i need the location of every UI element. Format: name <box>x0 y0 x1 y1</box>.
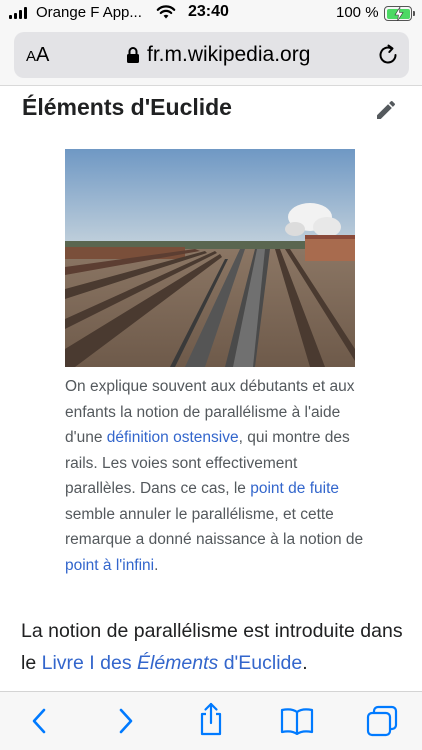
url-text[interactable]: fr.m.wikipedia.org <box>147 43 310 67</box>
address-bar[interactable]: AA fr.m.wikipedia.org <box>14 32 409 78</box>
browser-toolbar <box>0 691 422 750</box>
battery-icon <box>384 6 412 21</box>
reload-icon[interactable] <box>377 44 399 66</box>
browser-address-area: AA fr.m.wikipedia.org <box>0 28 422 86</box>
railway-photo[interactable] <box>65 149 355 367</box>
edit-pencil-icon[interactable] <box>374 98 398 122</box>
forward-icon[interactable] <box>113 706 137 736</box>
article-paragraph: La notion de parallélisme est introduite… <box>21 620 403 674</box>
lock-icon <box>127 47 139 63</box>
tabs-icon[interactable] <box>365 705 399 737</box>
battery-percentage: 100 % <box>336 4 379 21</box>
link-point-a-l-infini[interactable]: point à l'infini <box>65 557 154 574</box>
carrier-name: Orange F App... <box>36 4 142 21</box>
bookmarks-icon[interactable] <box>280 707 314 735</box>
wifi-icon <box>156 5 176 19</box>
back-icon[interactable] <box>28 706 52 736</box>
charging-bolt-icon <box>393 6 404 21</box>
section-title: Éléments d'Euclide <box>22 94 232 120</box>
battery-tip <box>413 11 415 16</box>
share-icon[interactable] <box>197 702 225 736</box>
clock: 23:40 <box>188 3 229 20</box>
link-definition-ostensive[interactable]: définition ostensive <box>107 429 239 446</box>
image-caption: On explique souvent aux débutants et aux… <box>65 378 364 574</box>
article-content: Éléments d'Euclide On explique souvent a… <box>0 86 422 691</box>
status-bar: Orange F App... 23:40 100 % <box>0 0 422 28</box>
link-livre-i-elements-euclide[interactable]: Livre I des Éléments d'Euclide <box>42 652 303 674</box>
text-size-button[interactable]: AA <box>26 44 49 67</box>
link-point-de-fuite[interactable]: point de fuite <box>250 480 339 497</box>
signal-strength-icon <box>9 7 27 19</box>
